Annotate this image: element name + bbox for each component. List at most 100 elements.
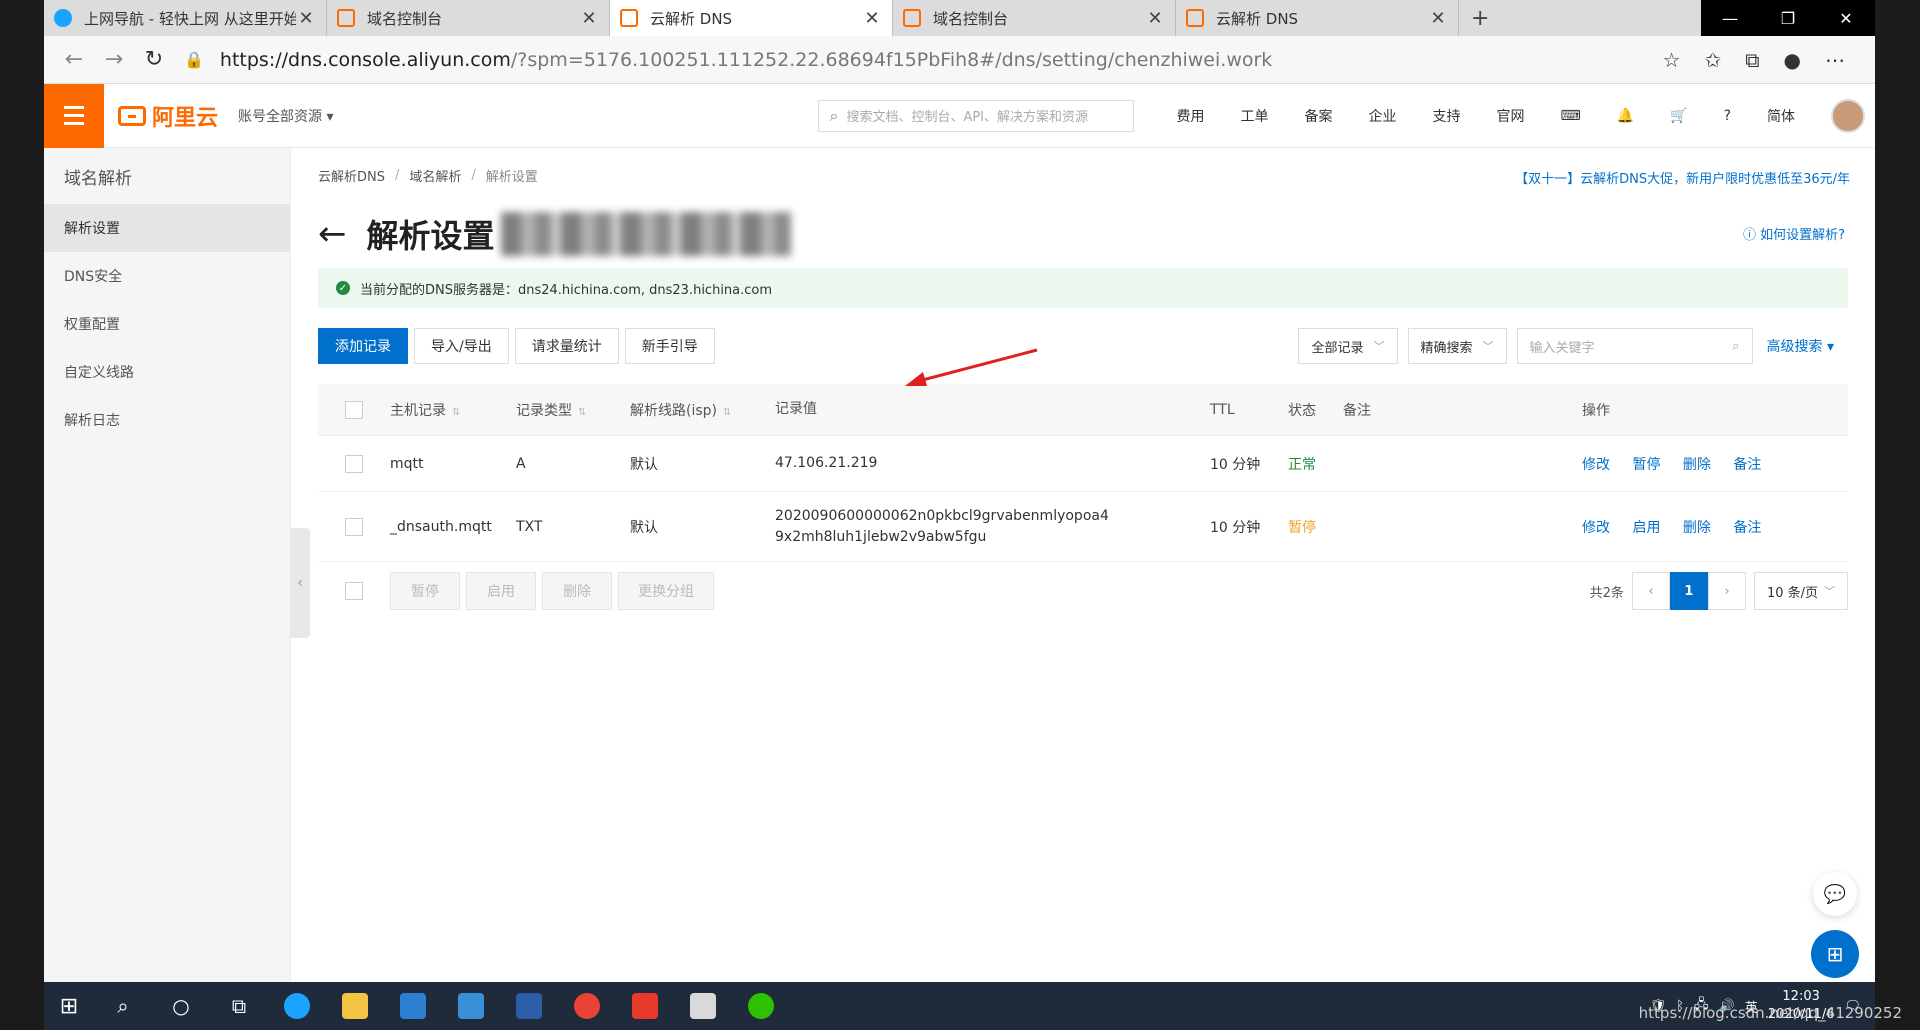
forward-icon[interactable]: → (94, 47, 134, 72)
wechat-icon[interactable] (732, 982, 790, 1030)
batch-delete-button[interactable]: 删除 (542, 572, 612, 610)
delete-link[interactable]: 删除 (1683, 520, 1711, 536)
batch-pause-button[interactable]: 暂停 (390, 572, 460, 610)
col-line-label: 解析线路(isp) (630, 402, 717, 419)
youdao-icon[interactable] (616, 982, 674, 1030)
chrome-icon[interactable] (558, 982, 616, 1030)
favorites-icon[interactable]: ✩ (1705, 48, 1722, 72)
close-icon[interactable]: ✕ (1428, 8, 1448, 29)
browser-tab-2[interactable]: 云解析 DNS ✕ (610, 0, 893, 36)
sidebar-item-log[interactable]: 解析日志 (44, 396, 290, 444)
remark-link[interactable]: 备注 (1733, 457, 1761, 473)
crumb-domain-resolve[interactable]: 域名解析 (409, 166, 461, 185)
language-switch[interactable]: 简体 (1767, 106, 1795, 126)
more-icon[interactable]: ⋯ (1825, 48, 1845, 72)
store-icon[interactable] (384, 982, 442, 1030)
remark-link[interactable]: 备注 (1733, 520, 1761, 536)
help-icon[interactable]: ? (1724, 108, 1731, 124)
edit-link[interactable]: 修改 (1582, 520, 1610, 536)
next-page-icon[interactable]: › (1707, 572, 1746, 610)
powershell-icon[interactable] (500, 982, 558, 1030)
sidebar-item-custom-line[interactable]: 自定义线路 (44, 348, 290, 396)
collections-icon[interactable]: ⧉ (1745, 48, 1759, 72)
back-icon[interactable]: ← (54, 47, 94, 72)
task-view-icon[interactable]: ⧉ (210, 982, 268, 1030)
menu-fees[interactable]: 费用 (1176, 106, 1204, 126)
beginner-guide-button[interactable]: 新手引导 (624, 328, 715, 364)
cart-icon[interactable]: 🛒 (1670, 108, 1687, 124)
sidebar-item-weight[interactable]: 权重配置 (44, 300, 290, 348)
crumb-cloud-dns[interactable]: 云解析DNS (318, 166, 385, 185)
footer-select-checkbox[interactable] (345, 582, 363, 600)
keyword-input[interactable]: 输入关键字 ⌕ (1516, 328, 1753, 364)
minimize-icon[interactable]: — (1701, 0, 1759, 36)
advanced-search-link[interactable]: 高级搜索 ▾ (1767, 336, 1834, 356)
url-field[interactable]: 🔒 https://dns.console.aliyun.com/?spm=51… (184, 42, 1663, 78)
promo-link[interactable]: 【双十一】云解析DNS大促，新用户限时优惠低至36元/年 (1515, 168, 1850, 187)
bell-icon[interactable]: 🔔 (1617, 108, 1634, 124)
chat-icon[interactable]: 💬 (1813, 872, 1857, 916)
refresh-icon[interactable]: ↻ (134, 47, 174, 72)
cell-line: 默认 (630, 519, 658, 536)
record-filter-select[interactable]: 全部记录 ﹀ (1298, 328, 1398, 364)
menu-official-site[interactable]: 官网 (1496, 106, 1524, 126)
menu-enterprise[interactable]: 企业 (1368, 106, 1396, 126)
col-type[interactable]: 记录类型 ⇅ (516, 400, 630, 420)
sidebar-item-dns-security[interactable]: DNS安全 (44, 252, 290, 300)
browser-tab-1[interactable]: 域名控制台 ✕ (327, 0, 610, 36)
menu-support[interactable]: 支持 (1432, 106, 1460, 126)
col-host[interactable]: 主机记录 ⇅ (390, 400, 516, 420)
batch-enable-button[interactable]: 启用 (466, 572, 536, 610)
edge-icon[interactable] (268, 982, 326, 1030)
search-icon[interactable]: ⌕ (1732, 339, 1739, 354)
page-size-select[interactable]: 10 条/页 ﹀ (1753, 572, 1848, 610)
browser-tab-4[interactable]: 云解析 DNS ✕ (1176, 0, 1459, 36)
close-icon[interactable]: ✕ (579, 8, 599, 29)
request-stats-button[interactable]: 请求量统计 (514, 328, 619, 364)
close-window-icon[interactable]: ✕ (1817, 0, 1875, 36)
sidebar-item-settings[interactable]: 解析设置 (44, 204, 290, 252)
back-arrow-icon[interactable]: ← (318, 214, 347, 254)
row-checkbox[interactable] (345, 517, 363, 536)
select-all-checkbox[interactable] (345, 400, 363, 419)
aliyun-logo[interactable]: 阿里云 (118, 100, 218, 132)
howto-link[interactable]: ⓘ 如何设置解析? (1743, 224, 1845, 243)
browser-tab-0[interactable]: 上网导航 - 轻快上网 从这里开始 ✕ (44, 0, 327, 36)
menu-icp[interactable]: 备案 (1304, 106, 1332, 126)
windows-start-icon[interactable]: ⊞ (44, 994, 94, 1019)
import-export-button[interactable]: 导入/导出 (414, 328, 509, 364)
pagination: 共2条 ‹ 1 › 10 条/页 ﹀ (1590, 572, 1848, 610)
menu-icon[interactable] (44, 83, 104, 148)
delete-link[interactable]: 删除 (1683, 457, 1711, 473)
col-line[interactable]: 解析线路(isp) ⇅ (630, 400, 775, 420)
star-icon[interactable]: ☆ (1663, 48, 1681, 72)
enable-link[interactable]: 启用 (1632, 520, 1660, 536)
search-icon[interactable]: ⌕ (94, 982, 152, 1030)
apps-icon[interactable]: ⊞ (1811, 930, 1859, 978)
add-record-button[interactable]: 添加记录 (318, 328, 408, 364)
page-number[interactable]: 1 (1669, 572, 1708, 610)
edit-link[interactable]: 修改 (1582, 457, 1610, 473)
mail-icon[interactable] (442, 982, 500, 1030)
file-explorer-icon[interactable] (326, 982, 384, 1030)
pause-link[interactable]: 暂停 (1632, 457, 1660, 473)
menu-tickets[interactable]: 工单 (1240, 106, 1268, 126)
terminal-icon[interactable]: ⌨ (1560, 108, 1580, 124)
close-icon[interactable]: ✕ (296, 8, 316, 29)
avatar[interactable] (1831, 98, 1865, 133)
close-icon[interactable]: ✕ (862, 8, 882, 29)
new-tab-icon[interactable]: + (1471, 6, 1489, 31)
browser-tab-3[interactable]: 域名控制台 ✕ (893, 0, 1176, 36)
maximize-icon[interactable]: ❐ (1759, 0, 1817, 36)
col-actions: 操作 (1582, 402, 1610, 419)
prev-page-icon[interactable]: ‹ (1631, 572, 1670, 610)
change-group-button[interactable]: 更换分组 (618, 572, 714, 610)
exact-search-select[interactable]: 精确搜索 ﹀ (1407, 328, 1507, 364)
close-icon[interactable]: ✕ (1145, 8, 1165, 29)
app-icon[interactable] (674, 982, 732, 1030)
account-scope-dropdown[interactable]: 账号全部资源 ▾ (238, 106, 333, 126)
profile-icon[interactable]: ● (1784, 48, 1801, 72)
cortana-icon[interactable]: ○ (152, 982, 210, 1030)
row-checkbox[interactable] (345, 454, 363, 473)
console-search-input[interactable]: ⌕ 搜索文档、控制台、API、解决方案和资源 (818, 99, 1135, 132)
